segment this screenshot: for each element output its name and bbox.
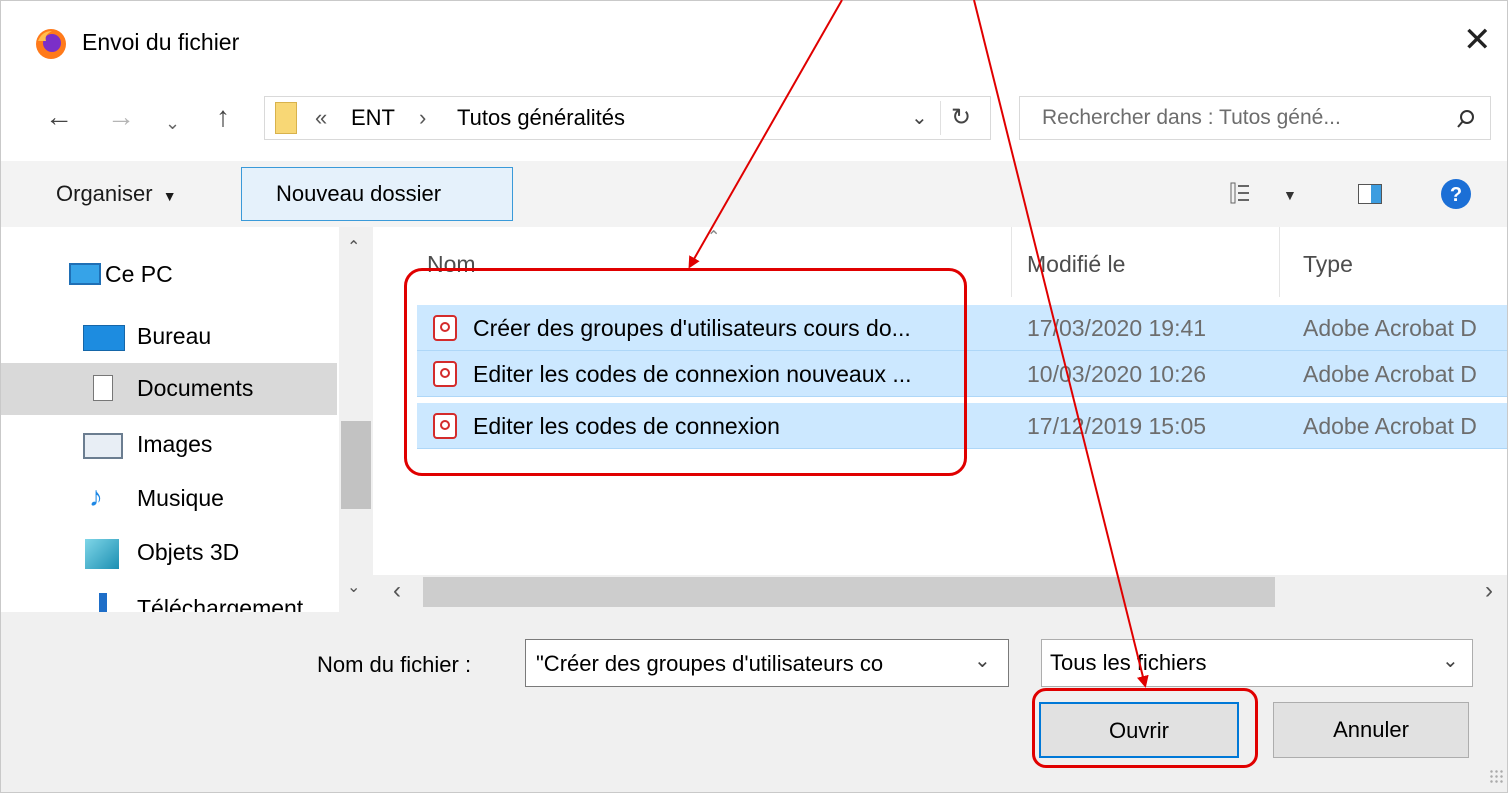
chevron-down-icon[interactable]: ⌄ xyxy=(974,648,991,673)
sidebar-item-label: Documents xyxy=(137,375,254,401)
svg-text:?: ? xyxy=(1450,184,1462,206)
music-icon: ♪ xyxy=(89,481,103,512)
scrollbar-thumb[interactable] xyxy=(341,421,371,509)
sidebar-item-telechargement[interactable]: Téléchargement xyxy=(1,583,337,612)
command-bar: Organiser ▼ xyxy=(1,161,1507,227)
breadcrumb-separator: › xyxy=(419,105,427,130)
new-folder-button[interactable]: Nouveau dossier xyxy=(241,167,513,221)
chevron-down-icon[interactable]: ⌄ xyxy=(1442,648,1459,673)
file-type: Adobe Acrobat D xyxy=(1303,413,1477,439)
dialog-title: Envoi du fichier xyxy=(82,29,240,55)
file-type: Adobe Acrobat D xyxy=(1303,361,1477,387)
resize-grip-icon[interactable] xyxy=(1489,769,1503,783)
sidebar-item-label: Bureau xyxy=(137,323,212,349)
view-dropdown-icon[interactable]: ▼ xyxy=(1283,187,1297,203)
back-arrow-icon[interactable]: ← xyxy=(45,101,73,133)
close-button[interactable]: ✕ xyxy=(1463,23,1492,57)
desktop-icon xyxy=(83,325,125,351)
sidebar-item-label: Images xyxy=(137,431,213,457)
column-header-type[interactable]: Type xyxy=(1303,251,1353,278)
column-divider xyxy=(1279,227,1280,297)
scroll-down-icon[interactable]: ⌄ xyxy=(347,577,360,597)
sidebar-item-documents[interactable]: Documents xyxy=(1,363,337,415)
scroll-left-icon[interactable]: ‹ xyxy=(393,577,401,605)
sidebar-item-images[interactable]: Images xyxy=(1,419,337,471)
annotation-highlight-files xyxy=(404,268,967,476)
images-icon xyxy=(83,433,123,459)
monitor-icon xyxy=(69,263,101,285)
organize-label: Organiser xyxy=(56,181,153,206)
sidebar-item-label: Objets 3D xyxy=(137,539,240,565)
scroll-right-icon[interactable]: › xyxy=(1485,577,1493,605)
cancel-button[interactable]: Annuler xyxy=(1273,702,1469,758)
firefox-icon xyxy=(36,29,66,59)
file-modified: 10/03/2020 10:26 xyxy=(1027,361,1207,387)
sidebar-scrollbar[interactable]: ⌃ ⌄ xyxy=(339,227,373,612)
folder-icon xyxy=(275,102,297,134)
dropdown-chevron-icon[interactable]: ⌄ xyxy=(911,105,928,130)
sidebar-item-objets-3d[interactable]: Objets 3D xyxy=(1,527,337,579)
sidebar-item-label: Musique xyxy=(137,485,224,511)
file-name-field[interactable]: "Créer des groupes d'utilisateurs co ⌄ xyxy=(525,639,1009,687)
downloads-icon xyxy=(99,593,107,612)
sidebar-item-label: Ce PC xyxy=(105,261,173,287)
file-name-value: "Créer des groupes d'utilisateurs co xyxy=(536,651,884,676)
file-type-value: Tous les fichiers xyxy=(1050,650,1207,675)
forward-arrow-icon[interactable]: → xyxy=(107,101,135,133)
preview-pane-icon[interactable] xyxy=(1358,184,1382,204)
help-icon[interactable]: ? xyxy=(1439,177,1473,211)
documents-icon xyxy=(93,375,113,401)
file-type-select[interactable]: Tous les fichiers ⌄ xyxy=(1041,639,1473,687)
annotation-highlight-open xyxy=(1032,688,1258,768)
file-name-label: Nom du fichier : xyxy=(317,652,472,677)
breadcrumb-overflow[interactable]: « xyxy=(315,105,327,131)
caret-down-icon: ▼ xyxy=(162,188,177,204)
recent-locations-chevron-icon[interactable]: ⌄ xyxy=(165,107,180,139)
scroll-up-icon[interactable]: ⌃ xyxy=(347,237,360,257)
horizontal-scrollbar[interactable]: ‹ › xyxy=(373,575,1507,612)
address-bar[interactable]: « ENT › Tutos généralités ⌄ ↻ xyxy=(264,96,991,140)
breadcrumb-tutos[interactable]: Tutos généralités xyxy=(457,105,625,131)
search-box[interactable]: Rechercher dans : Tutos géné... xyxy=(1019,96,1491,140)
file-type: Adobe Acrobat D xyxy=(1303,315,1477,341)
view-options-icon[interactable] xyxy=(1230,182,1250,204)
organize-menu[interactable]: Organiser ▼ xyxy=(56,181,177,207)
sidebar-item-bureau[interactable]: Bureau xyxy=(1,311,337,363)
file-modified: 17/12/2019 15:05 xyxy=(1027,413,1207,439)
divider xyxy=(940,101,941,135)
sidebar-item-ce-pc[interactable]: Ce PC xyxy=(1,249,323,301)
file-modified: 17/03/2020 19:41 xyxy=(1027,315,1207,341)
navigation-pane: Ce PC Bureau Documents Images ♪ Musique … xyxy=(1,227,373,612)
horizontal-scrollbar-thumb[interactable] xyxy=(423,577,1275,607)
up-arrow-icon[interactable]: ↑ xyxy=(216,101,230,133)
objects-3d-icon xyxy=(85,539,119,569)
title-bar: Envoi du fichier ✕ xyxy=(1,1,1507,87)
breadcrumb-ent[interactable]: ENT xyxy=(351,105,395,131)
sidebar-item-label: Téléchargement xyxy=(137,595,304,612)
refresh-icon[interactable]: ↻ xyxy=(951,103,971,132)
column-divider xyxy=(1011,227,1012,297)
column-header-modified[interactable]: Modifié le xyxy=(1027,251,1125,278)
sort-indicator-icon: ⌃ xyxy=(707,229,721,246)
search-input[interactable]: Rechercher dans : Tutos géné... xyxy=(1042,106,1341,130)
search-icon[interactable] xyxy=(1456,109,1476,129)
sidebar-item-musique[interactable]: ♪ Musique xyxy=(1,473,337,525)
new-folder-label: Nouveau dossier xyxy=(276,181,442,206)
